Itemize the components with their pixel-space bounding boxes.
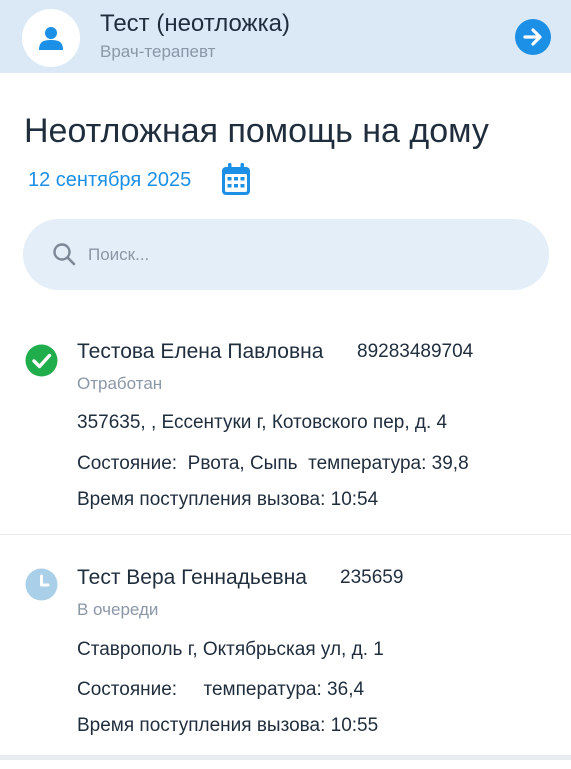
user-role: Врач-терапевт	[100, 42, 216, 61]
call-condition: Состояние: Рвота, Сыпь температура: 39,8	[77, 453, 469, 474]
selected-date[interactable]: 12 сентября 2025	[28, 169, 191, 192]
patient-phone[interactable]: 235659	[340, 567, 403, 589]
patient-phone[interactable]: 89283489704	[357, 341, 473, 363]
call-card[interactable]: Тест Вера Геннадьевна 235659 В очереди С…	[0, 537, 571, 760]
page-title: Неотложная помощь на дому	[24, 112, 489, 150]
call-received-time: Время поступления вызова: 10:55	[77, 715, 379, 736]
calendar-icon	[222, 163, 250, 195]
search-icon	[53, 243, 76, 266]
call-status: В очереди	[77, 600, 159, 619]
user-icon	[39, 27, 63, 50]
app-header: Тест (неотложка) Врач-терапевт	[0, 0, 571, 73]
logout-button[interactable]	[515, 19, 551, 55]
check-circle-icon	[25, 344, 58, 377]
call-condition: Состояние: температура: 36,4	[77, 679, 365, 700]
call-card[interactable]: Тестова Елена Павловна 89283489704 Отраб…	[0, 322, 571, 535]
patient-name: Тестова Елена Павловна	[77, 340, 324, 363]
calendar-button[interactable]	[221, 163, 251, 196]
clock-icon	[25, 568, 58, 601]
user-name: Тест (неотложка)	[100, 10, 290, 37]
call-address: 357635, , Ессентуки г, Котовского пер, д…	[77, 412, 448, 433]
patient-name: Тест Вера Геннадьевна	[77, 566, 307, 589]
call-status: Отработан	[77, 374, 163, 393]
arrow-right-circle-icon	[523, 28, 542, 46]
avatar[interactable]	[22, 9, 80, 67]
call-address: Ставрополь г, Октябрьская ул, д. 1	[77, 639, 384, 660]
call-received-time: Время поступления вызова: 10:54	[77, 489, 379, 510]
search-input[interactable]	[88, 236, 528, 274]
